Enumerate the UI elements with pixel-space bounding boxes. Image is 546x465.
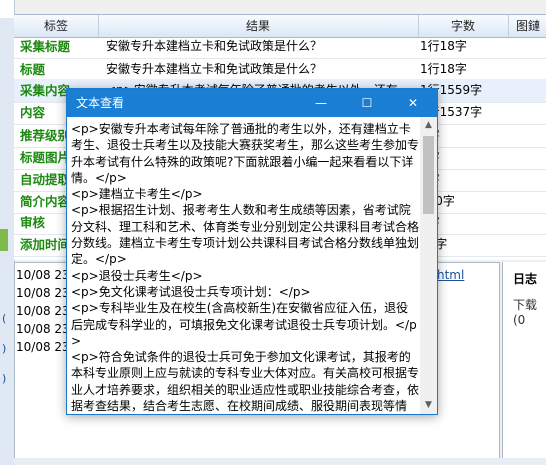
left-strip-header xyxy=(0,0,14,18)
row-result: 安徽专升本建档立卡和免试政策是什么？ xyxy=(106,62,323,76)
log-line: 10/08 23 xyxy=(16,322,70,336)
maximize-button[interactable]: ☐ xyxy=(344,89,390,117)
header-count[interactable]: 字数 xyxy=(418,15,509,37)
scroll-thumb[interactable] xyxy=(423,136,434,214)
left-strip-mark: ) xyxy=(2,342,7,355)
header-tag[interactable]: 标签 xyxy=(14,15,99,37)
left-strip-mark: ( xyxy=(2,312,7,325)
left-panel-strip: ( ) ) xyxy=(0,0,15,465)
dialog-text-area[interactable]: <p>安徽专升本考试每年除了普通批的考生以外，还有建档立卡考生、退役士兵考生以及… xyxy=(67,117,437,414)
row-count: 1行18字 xyxy=(420,39,467,53)
log-line: 10/08 23 xyxy=(16,304,70,318)
text-paragraph: <p>根据招生计划、报考考生人数和考生成绩等因素，省考试院分文科、理工科和艺术、… xyxy=(71,203,420,267)
log-side-panel: 日志 下载(0 xyxy=(502,262,546,458)
log-line: 10/08 23 xyxy=(16,340,70,354)
dialog-title: 文本查看 xyxy=(76,96,125,110)
vertical-scrollbar[interactable]: ▲ ▼ xyxy=(420,117,437,414)
scroll-up-icon[interactable]: ▲ xyxy=(420,117,437,134)
row-result: 安徽专升本建档立卡和免试政策是什么？ xyxy=(106,39,323,53)
status-bar xyxy=(14,458,546,465)
log-line: 10/08 23 xyxy=(16,286,70,300)
dialog-titlebar[interactable]: 文本查看 — ☐ ✕ xyxy=(67,89,437,117)
row-tag: 标题 xyxy=(20,62,46,77)
text-paragraph: <p>符合免试条件的退役士兵可免于参加文化课考试，其报考的本科专业原则上应与就读… xyxy=(71,350,420,414)
log-line: 10/08 23 xyxy=(16,268,70,282)
row-tag: 采集标题 xyxy=(20,39,71,54)
text-paragraph: <p>免文化课考试退役士兵专项计划：</p> xyxy=(71,284,311,299)
text-paragraph: <p>建档立卡考生</p> xyxy=(71,187,203,202)
row-count: 1行18字 xyxy=(420,62,467,76)
close-button[interactable]: ✕ xyxy=(390,89,436,117)
text-content[interactable]: <p>安徽专升本考试每年除了普通批的考生以外，还有建档立卡考生、退役士兵考生以及… xyxy=(71,121,419,414)
text-paragraph: <p>专科毕业生及在校生(含高校新生)在安徽省应征入伍，退役后完成专科学业的，可… xyxy=(71,301,417,348)
header-result[interactable]: 结果 xyxy=(98,15,419,37)
log-link[interactable]: html xyxy=(437,268,464,282)
log-side-title: 日志 xyxy=(513,272,538,286)
text-viewer-dialog[interactable]: 文本查看 — ☐ ✕ <p>安徽专升本考试每年除了普通批的考生以外，还有建档立卡… xyxy=(66,88,438,415)
header-image[interactable]: 图鏈 xyxy=(508,15,546,37)
text-paragraph: <p>退役士兵考生</p> xyxy=(71,268,203,283)
scroll-down-icon[interactable]: ▼ xyxy=(420,397,437,414)
table-row[interactable]: 采集标题 安徽专升本建档立卡和免试政策是什么？ 1行18字 xyxy=(14,35,546,59)
selection-indicator xyxy=(0,229,8,251)
download-status[interactable]: 下载(0 xyxy=(513,296,546,327)
left-strip-mark: ) xyxy=(2,372,7,385)
minimize-button[interactable]: — xyxy=(298,89,344,117)
text-paragraph: <p>安徽专升本考试每年除了普通批的考生以外，还有建档立卡考生、退役士兵考生以及… xyxy=(71,122,420,185)
